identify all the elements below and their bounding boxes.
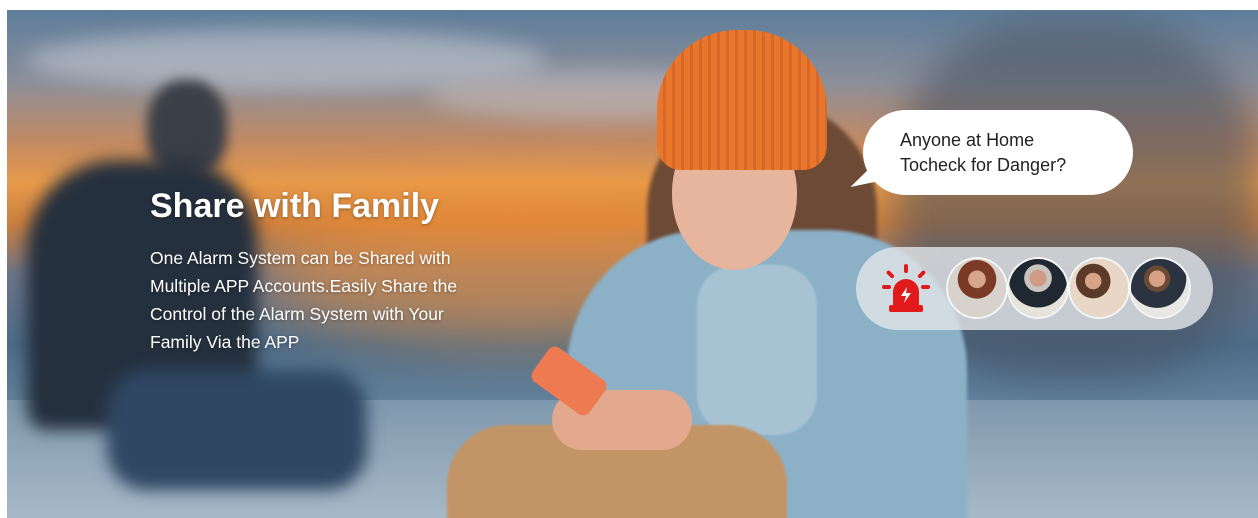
description-line: Family Via the APP	[150, 332, 300, 352]
siren-alarm-icon	[882, 264, 930, 312]
bubble-line: Anyone at Home	[900, 130, 1035, 150]
girl-shirt	[697, 265, 817, 435]
description-line: One Alarm System can be Shared with	[150, 248, 451, 268]
background-man-legs	[107, 370, 367, 490]
description-line: Control of the Alarm System with Your	[150, 304, 444, 324]
speech-bubble: Anyone at Home Tocheck for Danger?	[863, 110, 1133, 195]
speech-bubble-text: Anyone at Home Tocheck for Danger?	[900, 128, 1066, 178]
bubble-line: Tocheck for Danger?	[900, 155, 1067, 175]
feature-text: Share with Family One Alarm System can b…	[150, 187, 570, 356]
feature-headline: Share with Family	[150, 187, 440, 225]
description-line: Multiple APP Accounts.Easily Share the	[150, 276, 458, 296]
family-avatar-man-at-desk	[1131, 259, 1189, 317]
family-alert-bar	[856, 247, 1213, 330]
family-avatar-man-on-phone	[1009, 259, 1067, 317]
family-avatar-woman-on-phone	[948, 259, 1006, 317]
feature-description: One Alarm System can be Shared with Mult…	[150, 244, 570, 356]
orange-beanie	[657, 30, 827, 170]
family-avatar-women-at-laptop	[1070, 259, 1128, 317]
